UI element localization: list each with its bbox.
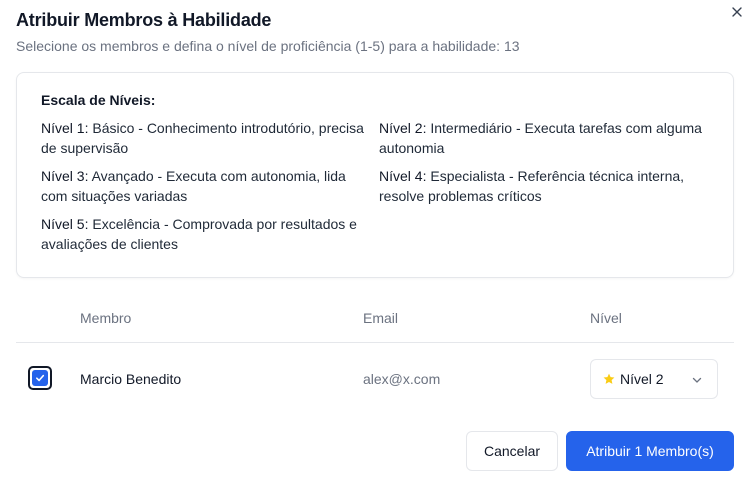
level-name: Nível 3: <box>41 168 89 184</box>
level-1-description: Nível 1: Básico - Conhecimento introdutó… <box>41 118 373 158</box>
assign-members-dialog: Atribuir Membros à Habilidade Selecione … <box>0 0 753 485</box>
level-5-description: Nível 5: Excelência - Comprovada por res… <box>41 214 373 254</box>
cancel-button[interactable]: Cancelar <box>466 431 558 471</box>
checkmark-icon <box>32 370 48 386</box>
level-name: Nível 2: <box>379 120 427 136</box>
chevron-down-icon <box>691 374 703 386</box>
level-name: Nível 4: <box>379 168 427 184</box>
dialog-subtitle: Selecione os membros e defina o nível de… <box>16 38 520 54</box>
table-header: Membro Email Nível <box>16 298 734 343</box>
level-scale-card: Escala de Níveis: Nível 1: Básico - Conh… <box>16 72 734 278</box>
column-header-level: Nível <box>590 310 622 326</box>
level-select[interactable]: Nível 2 <box>590 359 718 399</box>
table-row: Marcio Benedito alex@x.com Nível 2 <box>16 343 734 415</box>
level-name: Nível 1: <box>41 120 89 136</box>
assign-members-button[interactable]: Atribuir 1 Membro(s) <box>566 431 734 471</box>
level-3-description: Nível 3: Avançado - Executa com autonomi… <box>41 166 373 206</box>
column-header-member: Membro <box>80 310 132 326</box>
level-4-description: Nível 4: Especialista - Referência técni… <box>379 166 711 206</box>
star-icon <box>603 373 615 385</box>
level-desc: Excelência - Comprovada por resultados e… <box>41 216 357 252</box>
close-icon <box>732 7 742 17</box>
column-header-email: Email <box>363 310 399 326</box>
members-table: Membro Email Nível Marcio Benedito alex@… <box>16 298 734 415</box>
close-button[interactable] <box>728 3 746 21</box>
dialog-title: Atribuir Membros à Habilidade <box>16 10 272 30</box>
level-desc: Básico - Conhecimento introdutório, prec… <box>41 120 364 156</box>
level-scale-title: Escala de Níveis: <box>41 92 156 108</box>
member-select-checkbox[interactable] <box>28 366 52 390</box>
member-name: Marcio Benedito <box>80 371 182 387</box>
level-2-description: Nível 2: Intermediário - Executa tarefas… <box>379 118 711 158</box>
member-email: alex@x.com <box>363 371 441 387</box>
level-name: Nível 5: <box>41 216 89 232</box>
level-select-value: Nível 2 <box>620 371 664 387</box>
level-desc: Intermediário - Executa tarefas com algu… <box>379 120 702 156</box>
